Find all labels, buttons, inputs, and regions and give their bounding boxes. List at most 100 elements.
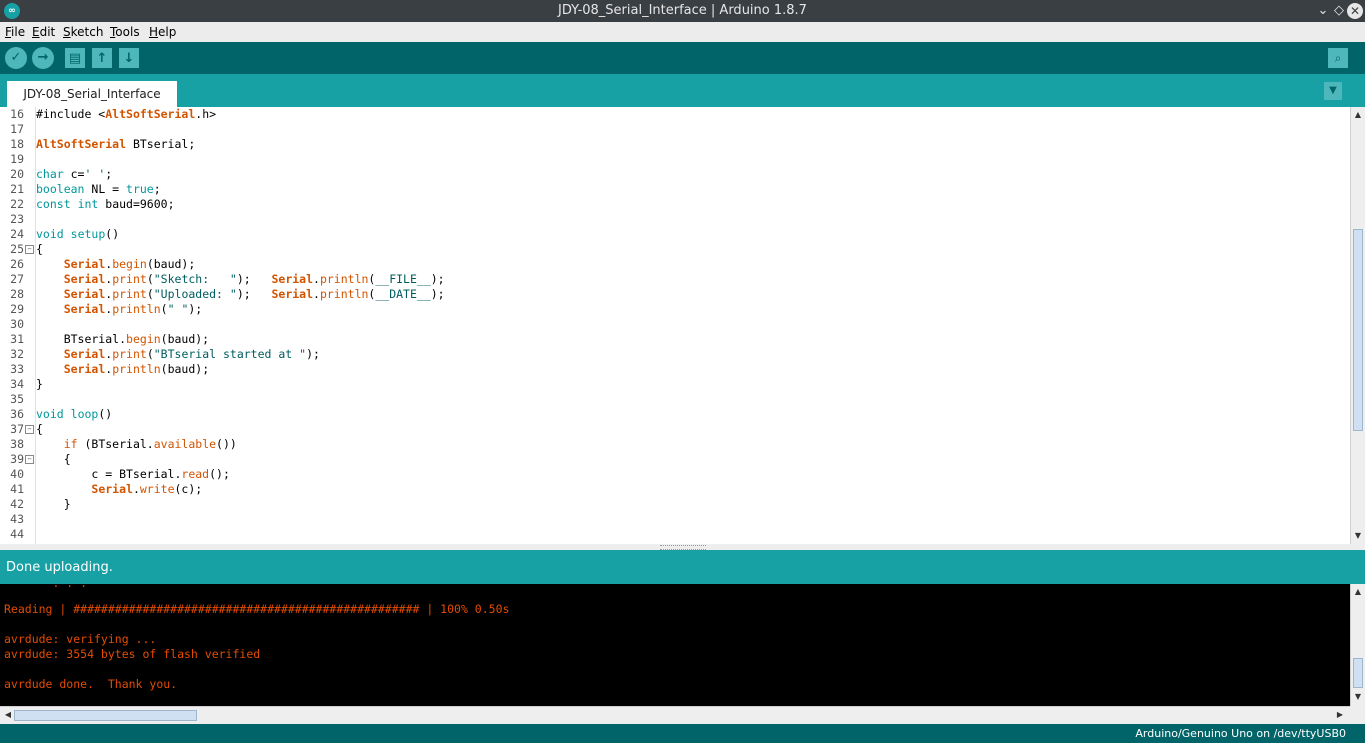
menu-file[interactable]: File [5, 25, 25, 39]
fold-toggle-loop[interactable]: − [25, 425, 34, 434]
scroll-up-icon[interactable]: ▲ [1352, 109, 1364, 121]
console-partial-line: . . . [4, 584, 87, 590]
magnifier-icon: ⌕ [1334, 51, 1342, 65]
editor-vertical-scrollbar[interactable]: ▲ ▼ [1350, 107, 1365, 544]
editor-scroll-thumb[interactable] [1353, 229, 1363, 431]
menu-sketch[interactable]: Sketch [63, 25, 103, 39]
line-number: 32 [10, 347, 24, 361]
board-port-info: Arduino/Genuino Uno on /dev/ttyUSB0 [1135, 727, 1346, 740]
console-vertical-scrollbar[interactable]: ▲ ▼ [1350, 584, 1365, 706]
close-button[interactable]: ✕ [1347, 3, 1363, 19]
window-title: JDY-08_Serial_Interface | Arduino 1.8.7 [558, 3, 807, 18]
code-line-21: boolean NL = true; [36, 182, 161, 196]
code-line-26: Serial.begin(baud); [63, 257, 196, 271]
line-number-gutter: 16 17 18 19 20 21 22 23 24 25 26 27 28 29 30 31 32 33 34 35… [0, 107, 36, 544]
code-line-34: } [36, 377, 43, 391]
code-line-31: BTserial.begin(baud); [36, 332, 210, 346]
line-number: 23 [10, 212, 24, 226]
line-number: 22 [10, 197, 24, 211]
chevron-down-icon: ▼ [1329, 85, 1337, 96]
new-file-icon: ▤ [68, 51, 82, 66]
console-scroll-thumb[interactable] [1353, 658, 1363, 688]
line-number: 21 [10, 182, 24, 196]
line-number: 29 [10, 302, 24, 316]
code-line-41: Serial.write(c); [91, 482, 203, 496]
line-number: 44 [10, 527, 24, 541]
open-sketch-button[interactable]: ↑ [92, 48, 112, 68]
tab-strip: JDY-08_Serial_Interface ▼ [0, 74, 1365, 107]
menu-tools[interactable]: Tools [110, 25, 140, 39]
status-bar: Done uploading. [0, 550, 1365, 584]
save-sketch-button[interactable]: ↓ [119, 48, 139, 68]
console-horizontal-scrollbar[interactable]: ◀ ▶ [0, 706, 1350, 724]
code-line-33: Serial.println(baud); [63, 362, 210, 376]
line-number: 40 [10, 467, 24, 481]
line-number: 26 [10, 257, 24, 271]
line-number: 18 [10, 137, 24, 151]
line-number: 24 [10, 227, 24, 241]
maximize-button[interactable]: ◇ [1330, 2, 1348, 20]
scroll-left-icon[interactable]: ◀ [2, 709, 14, 721]
code-line-32: Serial.print("BTserial started at "); [63, 347, 320, 361]
verify-button[interactable]: ✓ [5, 47, 27, 69]
line-number: 27 [10, 272, 24, 286]
console-line: Reading | ##############################… [4, 602, 510, 616]
code-line-20: char c=' '; [36, 167, 113, 181]
board-status-bar: Arduino/Genuino Uno on /dev/ttyUSB0 [0, 724, 1365, 743]
horizontal-scroll-thumb[interactable] [14, 710, 197, 721]
line-number: 25 [10, 242, 24, 256]
code-line-37: { [36, 422, 43, 436]
code-line-16: #include <AltSoftSerial.h> [36, 107, 217, 121]
code-line-29: Serial.println(" "); [63, 302, 203, 316]
line-number: 16 [10, 107, 24, 121]
line-number: 30 [10, 317, 24, 331]
console-line: avrdude done. Thank you. [4, 677, 178, 691]
menu-bar: File Edit Sketch Tools Help [0, 22, 1365, 43]
arrow-right-icon: → [37, 50, 49, 65]
code-line-38: if (BTserial.available()) [63, 437, 237, 451]
new-sketch-button[interactable]: ▤ [65, 48, 85, 68]
code-line-39: { [36, 452, 71, 466]
line-number: 33 [10, 362, 24, 376]
toolbar: ✓ → ▤ ↑ ↓ ⌕ [0, 42, 1365, 74]
scroll-down-icon[interactable]: ▼ [1352, 530, 1364, 542]
line-number: 38 [10, 437, 24, 451]
scroll-down-icon[interactable]: ▼ [1352, 691, 1364, 703]
tab-jdy-08-serial-interface[interactable]: JDY-08_Serial_Interface [7, 81, 177, 107]
arrow-up-icon: ↑ [96, 51, 108, 66]
scroll-up-icon[interactable]: ▲ [1352, 586, 1364, 598]
scrollbar-corner [1350, 706, 1365, 724]
line-number: 42 [10, 497, 24, 511]
line-number: 41 [10, 482, 24, 496]
code-line-24: void setup() [36, 227, 120, 241]
serial-monitor-button[interactable]: ⌕ [1328, 48, 1348, 68]
line-number: 19 [10, 152, 24, 166]
line-number: 39 [10, 452, 24, 466]
window-titlebar: ∞ JDY-08_Serial_Interface | Arduino 1.8.… [0, 0, 1365, 22]
arrow-down-icon: ↓ [123, 51, 135, 66]
upload-button[interactable]: → [32, 47, 54, 69]
line-number: 28 [10, 287, 24, 301]
line-number: 43 [10, 512, 24, 526]
tab-menu-button[interactable]: ▼ [1324, 82, 1342, 100]
code-line-22: const int baud=9600; [36, 197, 175, 211]
fold-toggle-if[interactable]: − [25, 455, 34, 464]
code-line-28: Serial.print("Uploaded: "); Serial.print… [63, 287, 445, 301]
fold-toggle-setup[interactable]: − [25, 245, 34, 254]
code-line-18: AltSoftSerial BTserial; [36, 137, 196, 151]
scroll-right-icon[interactable]: ▶ [1334, 709, 1346, 721]
line-number: 31 [10, 332, 24, 346]
console-output: . . . Reading | ########################… [0, 584, 1350, 706]
menu-help[interactable]: Help [149, 25, 176, 39]
console-line: avrdude: verifying ... [4, 632, 157, 646]
checkmark-icon: ✓ [10, 50, 22, 65]
menu-edit[interactable]: Edit [32, 25, 55, 39]
code-line-36: void loop() [36, 407, 113, 421]
line-number: 37 [10, 422, 24, 436]
line-number: 17 [10, 122, 24, 136]
line-number: 20 [10, 167, 24, 181]
code-editor[interactable]: 16 17 18 19 20 21 22 23 24 25 26 27 28 29 30 31 32 33 34 35… [0, 107, 1350, 544]
code-line-42: } [36, 497, 71, 511]
status-message: Done uploading. [6, 560, 113, 575]
line-number: 36 [10, 407, 24, 421]
